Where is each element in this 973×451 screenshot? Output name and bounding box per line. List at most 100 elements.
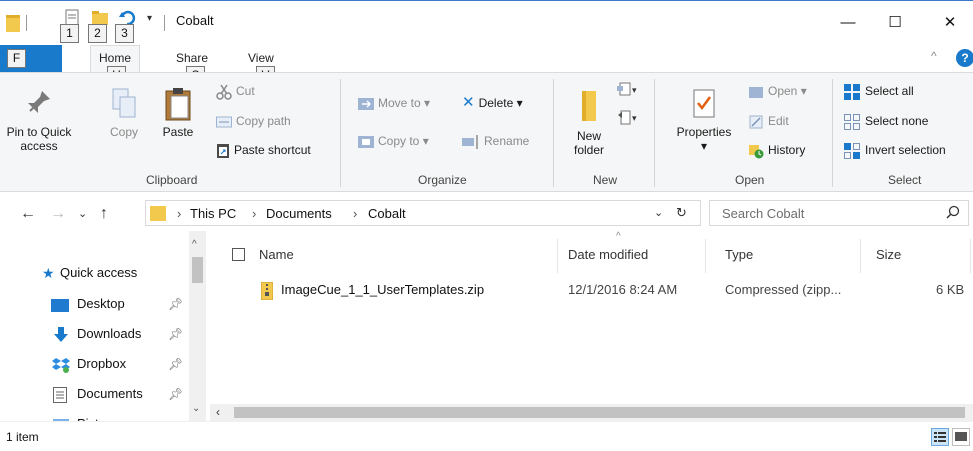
invert-selection-icon [844, 142, 860, 159]
pin-icon[interactable]: 📌︎ [168, 291, 183, 317]
copy-path-button[interactable]: Copy path [216, 111, 291, 131]
details-view-button[interactable] [931, 428, 949, 446]
maximize-button[interactable]: ☐ [875, 9, 915, 37]
properties-button[interactable]: Properties ▾ [668, 87, 740, 153]
forward-button[interactable]: → [50, 205, 66, 223]
select-none-button[interactable]: Select none [843, 111, 928, 131]
address-bar[interactable]: › This PC › Documents › Cobalt ⌄ ↻ [145, 200, 701, 226]
svg-text:▾: ▾ [632, 113, 637, 123]
column-header-type[interactable]: Type [725, 247, 753, 262]
column-separator[interactable] [557, 239, 558, 273]
column-separator[interactable] [970, 239, 971, 273]
new-item-icon[interactable]: ▾ [616, 81, 638, 102]
tab-share[interactable]: Share [176, 51, 208, 65]
large-icons-view-button[interactable] [952, 428, 970, 446]
nav-item-downloads[interactable]: Downloads 📌︎ [0, 321, 188, 347]
copy-to-button[interactable]: Copy to ▾ [358, 131, 429, 151]
title-separator-2 [164, 15, 165, 31]
address-row: ← → ⌄ ↑ › This PC › Documents › Cobalt ⌄… [0, 197, 973, 231]
navigation-pane: ★ Quick access Desktop 📌︎ Downloads 📌︎ D… [0, 231, 210, 421]
nav-item-quick-access[interactable]: ★ Quick access [0, 260, 188, 286]
collapse-ribbon-icon[interactable]: ^ [931, 49, 937, 63]
qat-dropdown-icon[interactable]: ▾ [147, 13, 152, 24]
paste-icon [165, 88, 191, 121]
copy-button[interactable]: Copy [106, 87, 142, 139]
recent-locations-icon[interactable]: ⌄ [78, 207, 87, 220]
nav-label: Quick access [60, 265, 138, 280]
cut-button[interactable]: Cut [216, 81, 255, 101]
refresh-icon[interactable]: ↻ [676, 205, 687, 221]
invert-selection-button[interactable]: Invert selection [843, 140, 946, 160]
select-all-checkbox[interactable] [232, 248, 245, 261]
title-bar: 1 2 3 ▾ Cobalt — ☐ ✕ [0, 1, 973, 45]
chevron-down-icon: ▾ [516, 96, 523, 110]
paste-shortcut-label: Paste shortcut [234, 143, 311, 157]
breadcrumb-this-pc[interactable]: This PC [190, 206, 236, 221]
select-all-button[interactable]: Select all [843, 81, 914, 101]
search-placeholder: Search Cobalt [722, 206, 805, 221]
back-button[interactable]: ← [20, 205, 36, 223]
table-row[interactable]: ImageCue_1_1_UserTemplates.zip 12/1/2016… [210, 279, 973, 303]
move-to-button[interactable]: Move to ▾ [358, 93, 430, 113]
pin-icon[interactable]: 📌︎ [168, 351, 183, 377]
edit-button[interactable]: Edit [748, 111, 789, 131]
properties-label: Properties [676, 125, 732, 139]
rename-button[interactable]: Rename [462, 131, 529, 151]
up-button[interactable]: ↑ [100, 205, 108, 223]
chevron-down-icon: ▾ [800, 84, 807, 98]
pin-to-quick-access-button[interactable]: Pin to Quick access [4, 87, 74, 153]
column-header-name[interactable]: Name [259, 247, 294, 262]
help-icon[interactable]: ? [956, 49, 973, 67]
file-list-horizontal-scrollbar[interactable]: ‹ [210, 404, 973, 421]
column-separator[interactable] [860, 239, 861, 273]
paste-shortcut-button[interactable]: Paste shortcut [216, 140, 311, 160]
scroll-up-icon[interactable]: ^ [192, 239, 197, 250]
nav-item-desktop[interactable]: Desktop 📌︎ [0, 291, 188, 317]
dropbox-icon [52, 356, 70, 382]
move-to-label: Move to [378, 96, 421, 110]
select-all-icon [844, 83, 860, 100]
pin-icon[interactable]: 📌︎ [168, 381, 183, 407]
file-tab[interactable]: F [0, 45, 62, 72]
chevron-down-icon: ▾ [422, 134, 429, 148]
new-folder-button[interactable]: New folder [566, 87, 612, 157]
nav-scroll-thumb[interactable] [192, 257, 203, 283]
nav-vertical-scrollbar[interactable]: ^ ⌄ [189, 231, 206, 421]
horizontal-scroll-thumb[interactable] [234, 407, 965, 418]
paste-button[interactable]: Paste [158, 87, 198, 139]
scroll-left-icon[interactable]: ‹ [216, 405, 220, 419]
nav-item-pictures[interactable]: Pictures [0, 411, 188, 421]
minimize-button[interactable]: — [828, 9, 868, 37]
ribbon-tab-row: F Home Share View H S V ^ ? [0, 45, 973, 85]
file-keytip: F [7, 49, 26, 68]
breadcrumb-documents[interactable]: Documents [266, 206, 332, 221]
tab-view[interactable]: View [248, 51, 274, 65]
qat-keytip-2: 2 [88, 24, 107, 43]
easy-access-icon[interactable]: ▾ [616, 109, 638, 130]
open-icon [749, 86, 763, 98]
qat-keytip-3: 3 [115, 24, 134, 43]
new-group-label: New [593, 173, 618, 187]
rename-label: Rename [484, 134, 530, 148]
open-button[interactable]: Open ▾ [748, 81, 807, 101]
address-dropdown-icon[interactable]: ⌄ [654, 206, 663, 219]
breadcrumb-separator: › [353, 206, 358, 221]
nav-item-dropbox[interactable]: Dropbox 📌︎ [0, 351, 188, 377]
history-button[interactable]: History [748, 140, 805, 160]
column-header-date-modified[interactable]: Date modified [568, 247, 648, 262]
scroll-down-icon[interactable]: ⌄ [192, 403, 200, 414]
delete-button[interactable]: ✕ Delete ▾ [462, 93, 523, 113]
move-to-icon [358, 97, 374, 110]
search-input[interactable]: Search Cobalt [709, 200, 969, 226]
pin-icon[interactable]: 📌︎ [168, 321, 183, 347]
column-separator[interactable] [705, 239, 706, 273]
column-header-size[interactable]: Size [876, 247, 901, 262]
new-folder-icon [582, 91, 596, 121]
history-label: History [768, 143, 806, 157]
open-group-label: Open [735, 173, 765, 187]
breadcrumb-cobalt[interactable]: Cobalt [368, 206, 406, 221]
close-button[interactable]: ✕ [930, 9, 970, 37]
paste-label: Paste [162, 125, 194, 139]
nav-item-documents[interactable]: Documents 📌︎ [0, 381, 188, 407]
details-view-icon [934, 432, 946, 442]
